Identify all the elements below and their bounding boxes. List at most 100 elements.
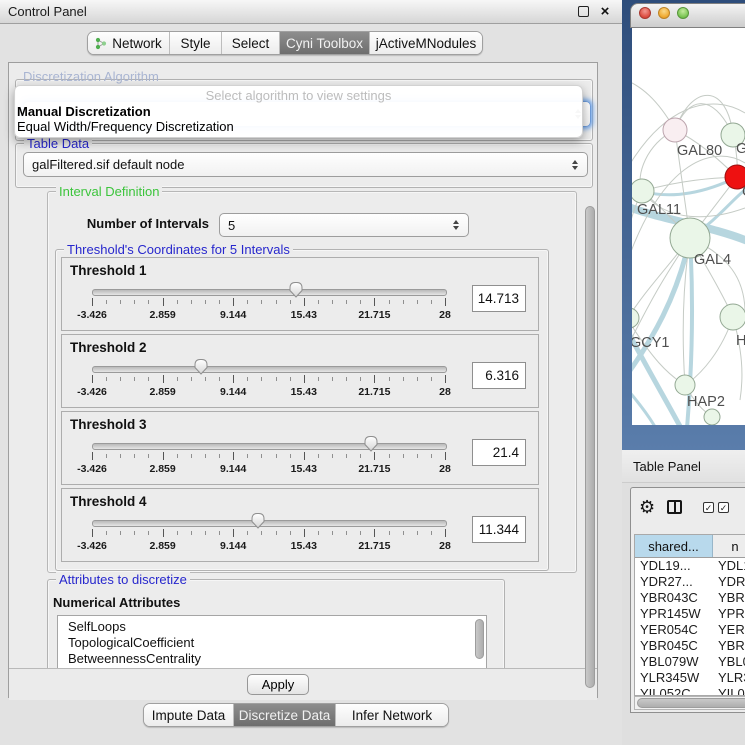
attribute-list-item[interactable]: SelfLoops [58, 619, 486, 635]
column-header-name[interactable]: n [713, 535, 745, 557]
thresholds-group-title: Threshold's Coordinates for 5 Intervals [64, 242, 293, 257]
attributes-list-scrollbar[interactable] [475, 619, 484, 659]
split-columns-icon[interactable] [667, 500, 682, 514]
panel-title: Control Panel [8, 4, 570, 19]
threshold-box: Threshold 2 -3.4262.8599.14415.4321.7152… [61, 334, 539, 408]
table-row[interactable]: YDR27...YDR2 [635, 574, 745, 590]
interval-definition-title: Interval Definition [56, 184, 162, 199]
slider-track[interactable] [92, 366, 447, 373]
top-tab-strip: Network Style Select Cyni Toolbox jActiv… [87, 31, 483, 55]
node-label: GA [736, 141, 745, 157]
algorithm-dropdown-popup: Select algorithm to view settings Manual… [14, 85, 583, 138]
threshold-value-field[interactable]: 6.316 [472, 362, 526, 389]
threshold-box: Threshold 3 -3.4262.8599.14415.4321.7152… [61, 411, 539, 485]
tab-discretize-data[interactable]: Discretize Data [234, 704, 336, 726]
table-row[interactable]: YER054CYER0 [635, 622, 745, 638]
node[interactable] [720, 304, 745, 330]
dropdown-option-manual[interactable]: Manual Discretization [15, 104, 582, 119]
slider-track[interactable] [92, 443, 447, 450]
dropdown-option-equal-width[interactable]: Equal Width/Frequency Discretization [15, 119, 582, 134]
column-header-shared-name[interactable]: shared... [635, 535, 713, 557]
threshold-label: Threshold 3 [70, 417, 147, 432]
threshold-value-field[interactable]: 14.713 [472, 285, 526, 312]
tab-select[interactable]: Select [222, 32, 280, 54]
table-data-select[interactable]: galFiltered.sif default node [23, 152, 588, 177]
node-gal11[interactable] [632, 179, 654, 203]
screen: Control Panel × Network Style Select Cyn… [0, 0, 745, 745]
numerical-attributes-label: Numerical Attributes [53, 595, 180, 610]
slider-thumb[interactable] [192, 358, 210, 375]
slider-thumb[interactable] [249, 512, 267, 529]
number-of-intervals-value: 5 [228, 218, 235, 233]
tab-impute-data[interactable]: Impute Data [144, 704, 234, 726]
table-row[interactable]: YBR043CYBR0 [635, 590, 745, 606]
slider-track[interactable] [92, 289, 447, 296]
node-label: GAL11 [637, 202, 681, 218]
number-of-intervals-label: Number of Intervals [69, 216, 209, 231]
checked-checkbox-icon[interactable]: ✓ [703, 502, 714, 513]
slider-thumb[interactable] [362, 435, 380, 452]
network-canvas[interactable]: GAL80 GA C GAL11 GAL4 GCY1 H HAP2 [632, 28, 745, 425]
slider-track[interactable] [92, 520, 447, 527]
scrollbar-thumb[interactable] [637, 698, 745, 708]
number-of-intervals-select[interactable]: 5 [219, 213, 469, 237]
node-label: HAP2 [687, 394, 725, 410]
node-table: shared... n YDL19...YDL1YDR27...YDR2YBR0… [634, 534, 745, 696]
nodes [632, 118, 745, 425]
table-row[interactable]: YBL079WYBL0 [635, 654, 745, 670]
table-row[interactable]: YBR045CYBR0 [635, 638, 745, 654]
table-panel-title: Table Panel [633, 459, 701, 474]
right-panel: GAL80 GA C GAL11 GAL4 GCY1 H HAP2 Table … [622, 0, 745, 745]
gear-icon[interactable]: ⚙ [639, 498, 655, 516]
node-label: GAL80 [677, 143, 722, 159]
control-panel-titlebar: Control Panel × [0, 0, 622, 24]
attribute-list-item[interactable]: BetweennessCentrality [58, 651, 486, 667]
float-icon[interactable] [574, 3, 592, 21]
network-window-frame: GAL80 GA C GAL11 GAL4 GCY1 H HAP2 [622, 0, 745, 450]
close-button[interactable] [639, 7, 651, 19]
threshold-box: Threshold 1 -3.4262.8599.14415.4321.7152… [61, 257, 539, 331]
combo-stepper-icon [453, 220, 459, 230]
node-hap2[interactable] [675, 375, 695, 395]
table-row[interactable]: YLR345WYLR3 [635, 670, 745, 686]
apply-button[interactable]: Apply [247, 674, 309, 695]
table-browser-window: ⚙ ✓ ✓ shared... n YDL19...YDL1YDR27...YD… [630, 487, 745, 713]
threshold-value-field[interactable]: 21.4 [472, 439, 526, 466]
attribute-list-item[interactable]: TopologicalCoefficient [58, 635, 486, 651]
threshold-label: Threshold 2 [70, 340, 147, 355]
threshold-box: Threshold 4 -3.4262.8599.14415.4321.7152… [61, 488, 539, 562]
table-panel-header: Table Panel [622, 450, 745, 483]
tab-cyni-toolbox[interactable]: Cyni Toolbox [280, 32, 370, 54]
node-label: GAL4 [694, 252, 731, 268]
dropdown-hint: Select algorithm to view settings [15, 88, 582, 104]
table-data-title: Table Data [24, 136, 92, 151]
zoom-button[interactable] [677, 7, 689, 19]
tab-network[interactable]: Network [88, 32, 170, 54]
node-label: GCY1 [632, 335, 670, 351]
minimize-button[interactable] [658, 7, 670, 19]
close-icon[interactable]: × [596, 3, 614, 21]
node[interactable] [704, 409, 720, 425]
cyni-toolbox-panel: Discretization Algorithm Select algorith… [8, 62, 598, 698]
slider-thumb[interactable] [287, 281, 305, 298]
table-row[interactable]: YDL19...YDL1 [635, 558, 745, 574]
tab-infer-network[interactable]: Infer Network [336, 704, 448, 726]
tab-jactivemnodules[interactable]: jActiveMNodules [370, 32, 482, 54]
node-label: H [736, 333, 745, 349]
network-tab-icon [95, 37, 107, 50]
table-horizontal-scrollbar[interactable] [634, 696, 745, 710]
threshold-value-field[interactable]: 11.344 [472, 516, 526, 543]
tab-style[interactable]: Style [170, 32, 222, 54]
threshold-label: Threshold 4 [70, 494, 147, 509]
apply-bar: Apply [9, 668, 597, 700]
node-pink[interactable] [663, 118, 687, 142]
table-header-row: shared... n [635, 535, 745, 558]
table-rows: YDL19...YDL1YDR27...YDR2YBR043CYBR0YPR14… [635, 558, 745, 696]
main-scrollbar[interactable] [585, 206, 595, 688]
network-graph: GAL80 GA C GAL11 GAL4 GCY1 H HAP2 [632, 28, 745, 425]
attributes-group-title: Attributes to discretize [56, 572, 190, 587]
checked-checkbox-icon[interactable]: ✓ [718, 502, 729, 513]
table-row[interactable]: YPR145WYPR1 [635, 606, 745, 622]
table-row[interactable]: YIL052CYIL0 [635, 686, 745, 696]
control-panel-window: Control Panel × Network Style Select Cyn… [0, 0, 622, 745]
